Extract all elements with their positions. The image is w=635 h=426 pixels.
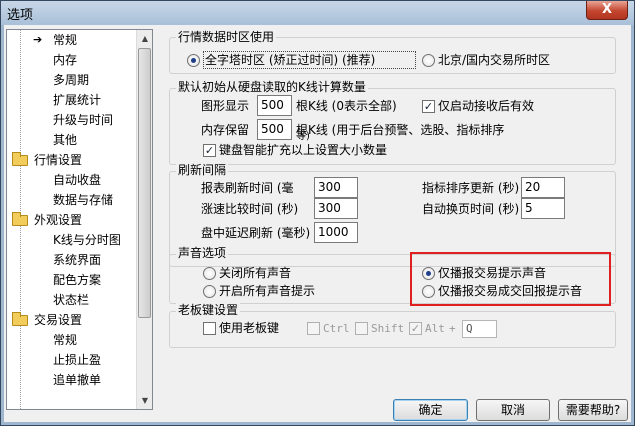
display-count-suffix: 根K线 (0表示全部): [296, 99, 397, 113]
sound-group-title: 声音选项: [176, 245, 229, 261]
folder-icon: [12, 212, 28, 226]
tree-item-label: 常规: [53, 333, 78, 347]
alt-label: Alt: [425, 322, 445, 335]
memory-keep-label: 内存保留: [201, 123, 250, 137]
ctrl-label: Ctrl: [323, 322, 350, 335]
delay-refresh-label: 盘中延迟刷新 (毫秒): [201, 226, 311, 240]
dialog-client: ➔ 常规 内存 多周期 扩展统计 升级与时间 其他 行情设置 自动收盘 数据与存储 外观设置 K线与分…: [4, 25, 631, 422]
tree-item-label: 扩展统计: [53, 93, 102, 107]
sound-on-radio[interactable]: [203, 285, 216, 298]
help-button[interactable]: 需要帮助?: [558, 399, 628, 421]
speed-compare-input[interactable]: 300: [314, 198, 358, 219]
speed-compare-label: 涨速比较时间 (秒): [201, 202, 299, 216]
tree-item[interactable]: 常规: [7, 330, 138, 350]
tree-item-label: 配色方案: [53, 273, 102, 287]
memory-keep-input[interactable]: 500: [257, 119, 292, 140]
highlight-annotation: [410, 252, 611, 306]
title-bar[interactable]: 选项 X: [1, 1, 634, 25]
tree-scrollbar[interactable]: ▲ ▼: [136, 30, 152, 409]
display-count-input[interactable]: 500: [257, 95, 292, 116]
tree-item-label: 多周期: [53, 73, 90, 87]
use-boss-key-label[interactable]: 使用老板键: [219, 320, 279, 336]
settings-tree: ➔ 常规 内存 多周期 扩展统计 升级与时间 其他 行情设置 自动收盘 数据与存储 外观设置 K线与分…: [6, 29, 153, 410]
tree-item-label: 升级与时间: [53, 113, 114, 127]
tree-item[interactable]: 行情设置: [7, 150, 138, 170]
tree-item[interactable]: 内存: [7, 50, 138, 70]
timezone-beijing-label[interactable]: 北京/国内交易所时区: [438, 52, 550, 68]
scroll-up-arrow-icon[interactable]: ▲: [137, 30, 152, 47]
tree-item[interactable]: 自动收盘: [7, 170, 138, 190]
smart-expand-checkbox[interactable]: ✓: [203, 144, 216, 157]
tree-item[interactable]: K线与分时图: [7, 230, 138, 250]
tree-item-label: 内存: [53, 53, 78, 67]
timezone-group-title: 行情数据时区使用: [176, 29, 277, 45]
indicator-sort-input[interactable]: 20: [521, 177, 565, 198]
sound-on-label[interactable]: 开启所有声音提示: [219, 283, 315, 299]
sound-off-radio[interactable]: [203, 267, 216, 280]
tree-item[interactable]: ➔ 常规: [7, 30, 138, 50]
tree-item-label: K线与分时图: [53, 233, 121, 247]
boss-key-input[interactable]: Q: [462, 320, 497, 338]
alt-checkbox[interactable]: ✓: [409, 322, 422, 335]
tree-item-label: 止损止盈: [53, 353, 102, 367]
shift-checkbox[interactable]: [355, 322, 368, 335]
plus-label: +: [449, 322, 456, 335]
scroll-thumb[interactable]: [138, 48, 151, 318]
timezone-pyramid-label[interactable]: 全字塔时区 (矫正过时间) (推荐): [205, 52, 375, 68]
memory-keep-suffix-overflow: 等): [296, 131, 310, 142]
timezone-beijing-radio[interactable]: [422, 54, 435, 67]
report-refresh-label: 报表刷新时间 (毫: [201, 181, 294, 195]
scroll-down-arrow-icon[interactable]: ▼: [137, 392, 152, 409]
tree-item[interactable]: 多周期: [7, 70, 138, 90]
tree-item-label: 外观设置: [34, 213, 83, 227]
close-button[interactable]: X: [586, 1, 628, 20]
tree-item-label: 交易设置: [34, 313, 83, 327]
tree-item[interactable]: 系统界面: [7, 250, 138, 270]
delay-refresh-input[interactable]: 1000: [314, 222, 358, 243]
folder-icon: [12, 312, 28, 326]
display-count-label: 图形显示: [201, 99, 250, 113]
tree-item[interactable]: 状态栏: [7, 290, 138, 310]
tree-item[interactable]: 数据与存储: [7, 190, 138, 210]
auto-page-label: 自动换页时间 (秒): [422, 202, 520, 216]
tree-item[interactable]: 配色方案: [7, 270, 138, 290]
tree-item[interactable]: 外观设置: [7, 210, 138, 230]
tree-item[interactable]: 扩展统计: [7, 90, 138, 110]
tree-item[interactable]: 其他: [7, 130, 138, 150]
tree-item-label: 状态栏: [53, 293, 90, 307]
tree-item[interactable]: 交易设置: [7, 310, 138, 330]
initial-kline-group-title: 默认初始从硬盘读取的K线计算数量: [176, 79, 368, 95]
tree-item[interactable]: 升级与时间: [7, 110, 138, 130]
tree-item-label: 数据与存储: [53, 193, 114, 207]
tree-item-label: 追单撤单: [53, 373, 102, 387]
indicator-sort-label: 指标排序更新 (秒): [422, 181, 520, 195]
folder-icon: [12, 152, 28, 166]
ctrl-checkbox[interactable]: [307, 322, 320, 335]
report-refresh-input[interactable]: 300: [314, 177, 358, 198]
refresh-group-title: 刷新间隔: [176, 162, 229, 178]
use-boss-key-checkbox[interactable]: [203, 322, 216, 335]
shift-label: Shift: [371, 322, 405, 335]
memory-keep-suffix: 根K线 (用于后台预警、选股、指标排序: [296, 123, 505, 137]
tree-item-label: 自动收盘: [53, 173, 102, 187]
only-after-start-checkbox[interactable]: ✓: [422, 100, 435, 113]
auto-page-input[interactable]: 5: [521, 198, 565, 219]
tree-item-label: 行情设置: [34, 153, 83, 167]
ok-button[interactable]: 确定: [393, 399, 468, 421]
sound-off-label[interactable]: 关闭所有声音: [219, 265, 291, 281]
tree-item-label: 其他: [53, 133, 78, 147]
only-after-start-label[interactable]: 仅启动接收后有效: [438, 98, 534, 114]
smart-expand-label[interactable]: 键盘智能扩充以上设置大小数量: [219, 142, 387, 158]
cancel-button[interactable]: 取消: [476, 399, 550, 421]
selected-arrow-icon: ➔: [33, 33, 43, 46]
timezone-pyramid-radio[interactable]: [187, 54, 200, 67]
tree-item[interactable]: 止损止盈: [7, 350, 138, 370]
boss-key-group-title: 老板键设置: [176, 302, 241, 318]
tree-item-label: 系统界面: [53, 253, 102, 267]
tree-item[interactable]: 追单撤单: [7, 370, 138, 390]
tree-item-label: 常规: [53, 33, 78, 47]
window-title: 选项: [7, 8, 34, 23]
options-window: 选项 X ➔ 常规 内存 多周期 扩展统计 升级与时间 其他 行情设置 自动收盘 数据与存储 外观设…: [0, 0, 635, 426]
